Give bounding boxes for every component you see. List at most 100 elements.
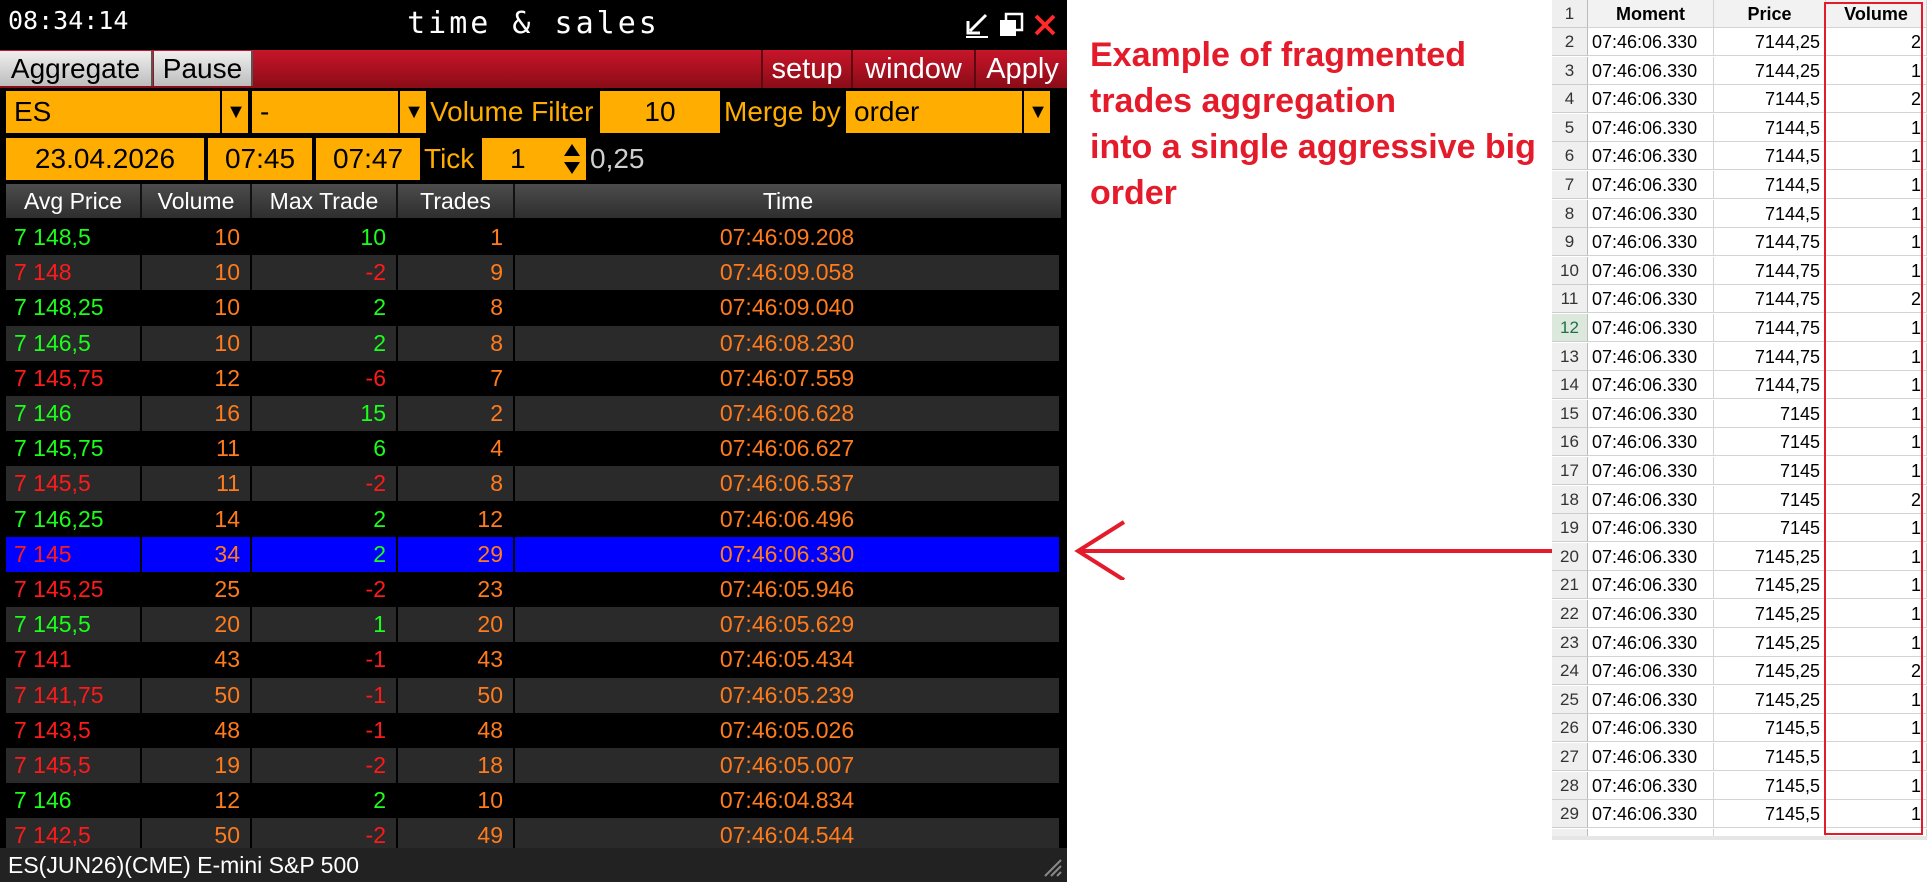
sheet-cell-moment[interactable]: 07:46:06.330 (1588, 771, 1714, 800)
sheet-cell-price[interactable]: 7145 (1714, 457, 1826, 485)
row-number[interactable]: 19 (1552, 514, 1588, 543)
row-number[interactable]: 1 (1552, 0, 1588, 28)
sheet-cell-price[interactable]: 7145 (1714, 485, 1826, 514)
sheet-cell-moment[interactable]: 07:46:06.330 (1588, 571, 1714, 600)
row-number[interactable]: 22 (1552, 600, 1588, 628)
sheet-cell-price[interactable]: 7145,5 (1714, 800, 1826, 829)
row-number[interactable]: 20 (1552, 542, 1588, 571)
sheet-cell-moment[interactable]: 07:46:06.330 (1588, 285, 1714, 314)
column-header-trades[interactable]: Trades (398, 184, 515, 218)
table-row[interactable]: 7 146 16 15 2 07:46:06.628 (6, 396, 1061, 431)
time-from-input[interactable]: 07:45 (208, 138, 312, 180)
column-header-time[interactable]: Time (515, 184, 1061, 218)
secondary-dropdown[interactable]: - ▼ (252, 91, 426, 133)
row-number[interactable]: 25 (1552, 685, 1588, 714)
sheet-cell-moment[interactable]: 07:46:06.330 (1588, 228, 1714, 257)
sheet-cell-price[interactable]: 7144,25 (1714, 56, 1826, 85)
row-number[interactable]: 15 (1552, 399, 1588, 428)
sheet-cell-moment[interactable]: 07:46:06.330 (1588, 342, 1714, 371)
row-number[interactable]: 29 (1552, 800, 1588, 829)
row-number[interactable]: 14 (1552, 371, 1588, 400)
row-number[interactable]: 16 (1552, 428, 1588, 457)
tick-stepper[interactable]: 1 (482, 138, 586, 180)
column-header-avg-price[interactable]: Avg Price (6, 184, 142, 218)
sheet-cell-price[interactable]: 7145,5 (1714, 714, 1826, 743)
sheet-cell-price[interactable]: 7145,25 (1714, 628, 1826, 657)
sheet-cell-price[interactable]: 7144,75 (1714, 371, 1826, 400)
sheet-cell-price[interactable]: 7145,25 (1714, 571, 1826, 600)
symbol-dropdown[interactable]: ES ▼ (6, 91, 248, 133)
sheet-cell-price[interactable]: 7144,75 (1714, 285, 1826, 314)
table-row[interactable]: 7 141 43 -1 43 07:46:05.434 (6, 642, 1061, 678)
table-row[interactable]: 7 145,75 11 6 4 07:46:06.627 (6, 431, 1061, 467)
resize-grip-icon[interactable] (1041, 856, 1063, 878)
table-row-selected[interactable]: 7 145 34 2 29 07:46:06.330 (6, 536, 1061, 572)
minimize-icon[interactable] (964, 12, 990, 38)
sheet-cell-price[interactable]: 7145,25 (1714, 685, 1826, 714)
row-number[interactable]: 23 (1552, 628, 1588, 657)
sheet-cell-moment[interactable]: 07:46:06.330 (1588, 428, 1714, 457)
title-bar[interactable]: 08:34:14 time & sales (0, 0, 1067, 50)
chevron-down-icon[interactable]: ▼ (220, 91, 250, 133)
row-number[interactable]: 4 (1552, 85, 1588, 114)
row-number[interactable]: 17 (1552, 457, 1588, 485)
date-input[interactable]: 23.04.2026 (6, 138, 204, 180)
sheet-cell-moment[interactable]: 07:46:06.330 (1588, 399, 1714, 428)
sheet-cell-price[interactable]: 7144,5 (1714, 85, 1826, 114)
close-icon[interactable] (1032, 12, 1058, 38)
table-row[interactable]: 7 146,25 14 2 12 07:46:06.496 (6, 501, 1061, 537)
row-number[interactable]: 8 (1552, 199, 1588, 228)
sheet-cell-price[interactable]: 7144,75 (1714, 228, 1826, 257)
row-number[interactable]: 5 (1552, 113, 1588, 142)
chevron-down-icon[interactable]: ▼ (398, 91, 428, 133)
row-number[interactable]: 27 (1552, 743, 1588, 771)
window-button[interactable]: window (851, 50, 974, 88)
sheet-cell-moment[interactable]: 07:46:06.330 (1588, 457, 1714, 485)
sheet-cell-moment[interactable]: 07:46:06.330 (1588, 714, 1714, 743)
row-number[interactable]: 10 (1552, 256, 1588, 285)
row-number[interactable]: 12 (1552, 314, 1588, 342)
table-row[interactable]: 7 148 10 -2 9 07:46:09.058 (6, 255, 1061, 291)
chevron-down-icon[interactable]: ▼ (1022, 91, 1052, 133)
time-to-input[interactable]: 07:47 (316, 138, 420, 180)
sheet-cell-price[interactable]: 7145 (1714, 514, 1826, 543)
table-row[interactable]: 7 145,25 25 -2 23 07:46:05.946 (6, 572, 1061, 607)
row-number[interactable]: 26 (1552, 714, 1588, 743)
sheet-cell-moment[interactable]: 07:46:06.330 (1588, 142, 1714, 171)
sheet-cell-price[interactable]: 7145,5 (1714, 771, 1826, 800)
sheet-cell-price[interactable]: 7144,5 (1714, 142, 1826, 171)
setup-button[interactable]: setup (761, 50, 851, 88)
sheet-column-moment[interactable]: Moment (1588, 0, 1714, 28)
sheet-cell-moment[interactable]: 07:46:06.330 (1588, 628, 1714, 657)
sheet-cell-moment[interactable]: 07:46:06.330 (1588, 256, 1714, 285)
sheet-cell-moment[interactable]: 07:46:06.330 (1588, 113, 1714, 142)
column-header-max-trade[interactable]: Max Trade (252, 184, 398, 218)
table-row[interactable]: 7 143,5 48 -1 48 07:46:05.026 (6, 712, 1061, 748)
restore-window-icon[interactable] (998, 12, 1024, 38)
sheet-cell-moment[interactable]: 07:46:06.330 (1588, 28, 1714, 56)
sheet-cell-moment[interactable]: 07:46:06.330 (1588, 199, 1714, 228)
apply-button[interactable]: Apply (974, 50, 1067, 88)
row-number[interactable]: 28 (1552, 771, 1588, 800)
sheet-cell-moment[interactable]: 07:46:06.330 (1588, 514, 1714, 543)
sheet-cell-price[interactable]: 7144,75 (1714, 256, 1826, 285)
row-number[interactable]: 24 (1552, 657, 1588, 686)
column-header-volume[interactable]: Volume (142, 184, 252, 218)
sheet-cell-price[interactable]: 7144,75 (1714, 342, 1826, 371)
sheet-cell-price[interactable]: 7145,25 (1714, 542, 1826, 571)
sheet-cell-moment[interactable]: 07:46:06.330 (1588, 800, 1714, 829)
table-row[interactable]: 7 145,5 11 -2 8 07:46:06.537 (6, 466, 1061, 502)
sheet-cell-price[interactable]: 7145,5 (1714, 743, 1826, 771)
sheet-cell-moment[interactable]: 07:46:06.330 (1588, 743, 1714, 771)
row-number[interactable]: 18 (1552, 485, 1588, 514)
sheet-cell-price[interactable]: 7144,75 (1714, 314, 1826, 342)
stepper-arrows-icon[interactable] (562, 142, 582, 176)
sheet-cell-price[interactable]: 7145,25 (1714, 657, 1826, 686)
sheet-cell-moment[interactable]: 07:46:06.330 (1588, 85, 1714, 114)
pause-button[interactable]: Pause (154, 51, 253, 86)
sheet-cell-moment[interactable]: 07:46:06.330 (1588, 600, 1714, 628)
row-number[interactable]: 21 (1552, 571, 1588, 600)
table-row[interactable]: 7 148,5 10 10 1 07:46:09.208 (6, 220, 1061, 255)
table-row[interactable]: 7 145,5 20 1 20 07:46:05.629 (6, 607, 1061, 643)
sheet-column-price[interactable]: Price (1714, 0, 1826, 28)
